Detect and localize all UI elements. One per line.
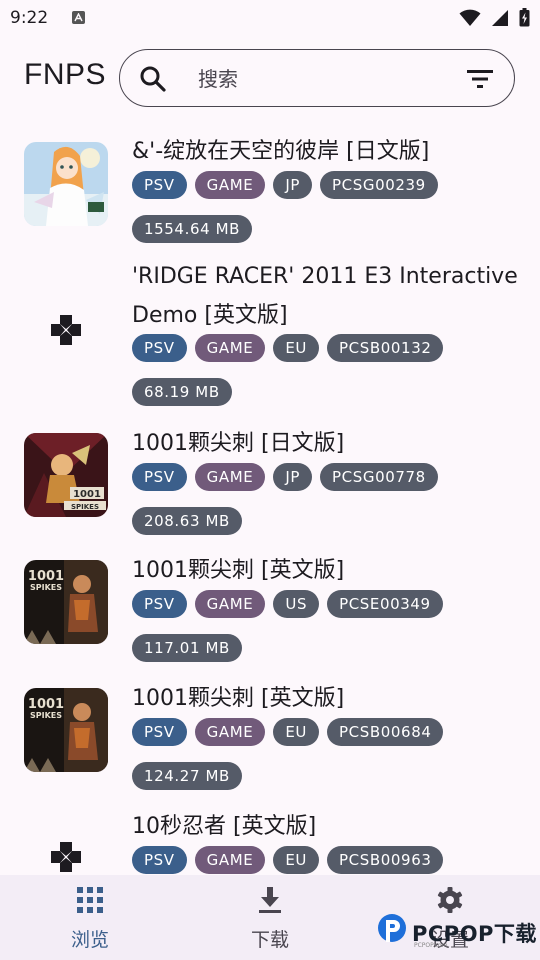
nav-browse-label: 浏览 [70,929,109,951]
platform-chip: PSV [132,718,187,746]
type-chip: GAME [194,463,266,491]
watermark: PCPOP下载 PCPOP.com [374,910,540,956]
size-chip: 124.27 MB [132,762,242,790]
game-tags: PSV GAME US PCSE00349 117.01 MB [132,590,522,662]
size-chip: 68.19 MB [132,378,232,406]
download-icon [259,887,281,913]
game-title: 'RIDGE RACER' 2011 E3 Interactive Demo [… [132,264,518,328]
game-id-chip: PCSB00684 [327,718,444,746]
a-letter-icon [72,11,85,24]
gamepad-placeholder-icon [51,315,81,345]
platform-chip: PSV [132,171,187,199]
watermark-subtext: PCPOP.com [414,942,448,949]
svg-text:1001: 1001 [73,489,101,500]
svg-text:SPIKES: SPIKES [30,711,62,720]
type-chip: GAME [194,590,266,618]
game-title: 1001颗尖刺 [日文版] [132,431,345,456]
region-chip: EU [273,846,320,874]
svg-text:SPIKES: SPIKES [30,583,62,592]
anime-girl-cover [24,142,108,226]
search-input[interactable] [198,66,448,92]
nav-download[interactable]: 下载 [180,875,360,960]
game-tags: PSV GAME EU PCSB00963 [132,846,522,874]
game-id-chip: PCSG00778 [320,463,438,491]
nav-download-label: 下载 [250,929,289,951]
type-chip: GAME [194,846,266,874]
filter-icon[interactable] [466,68,494,90]
search-icon[interactable] [139,65,167,93]
region-chip: JP [273,463,313,491]
1001-spikes-cover: 1001 SPIKES [24,688,108,772]
battery-icon [519,8,530,27]
platform-chip: PSV [132,590,187,618]
nav-browse[interactable]: 浏览 [0,875,180,960]
status-bar: 9:22 [0,0,540,36]
size-chip: 208.63 MB [132,507,242,535]
region-chip: JP [273,171,313,199]
cell-signal-icon [492,9,508,26]
game-id-chip: PCSE00349 [327,590,443,618]
game-title: 1001颗尖刺 [英文版] [132,686,345,711]
region-chip: EU [273,334,320,362]
1001-spikes-jp-cover: 1001 SPIKES [24,433,108,517]
game-list[interactable]: &'-绽放在天空的彼岸 [日文版] PSV GAME JP PCSG00239 … [0,130,540,875]
size-chip: 117.01 MB [132,634,242,662]
1001-spikes-cover: 1001 SPIKES [24,560,108,644]
app-header: FNPS [0,48,540,108]
game-title: 10秒忍者 [英文版] [132,814,317,839]
status-time: 9:22 [10,8,49,28]
game-id-chip: PCSB00132 [327,334,444,362]
region-chip: EU [273,718,320,746]
pcpop-logo-icon [378,914,406,942]
svg-text:SPIKES: SPIKES [71,503,99,511]
game-title: &'-绽放在天空的彼岸 [日文版] [132,139,430,164]
platform-chip: PSV [132,463,187,491]
size-chip: 1554.64 MB [132,215,253,243]
game-tags: PSV GAME EU PCSB00684 124.27 MB [132,718,522,790]
game-title: 1001颗尖刺 [英文版] [132,558,345,583]
game-id-chip: PCSG00239 [320,171,438,199]
type-chip: GAME [194,171,266,199]
type-chip: GAME [194,334,266,362]
region-chip: US [273,590,320,618]
platform-chip: PSV [132,846,187,874]
search-bar[interactable] [119,49,515,107]
svg-text:1001: 1001 [28,569,64,584]
gamepad-placeholder-icon [51,842,81,872]
game-id-chip: PCSB00963 [327,846,444,874]
game-tags: PSV GAME JP PCSG00778 208.63 MB [132,463,522,535]
platform-chip: PSV [132,334,187,362]
game-tags: PSV GAME EU PCSB00132 68.19 MB [132,334,522,406]
app-title: FNPS [24,58,107,91]
svg-text:1001: 1001 [28,697,64,712]
wifi-icon [459,9,481,26]
game-tags: PSV GAME JP PCSG00239 1554.64 MB [132,171,522,243]
type-chip: GAME [194,718,266,746]
grid-icon [77,887,103,913]
